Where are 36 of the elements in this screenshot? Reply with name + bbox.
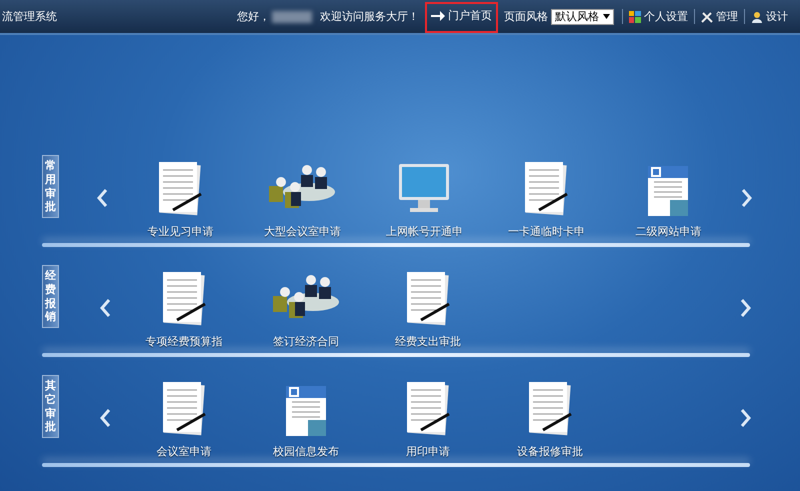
- welcome-text: 欢迎访问服务大厅！: [320, 9, 419, 24]
- app-shortcut[interactable]: 校园信息发布: [245, 384, 367, 458]
- app-shortcut[interactable]: 用印申请: [367, 380, 489, 458]
- style-label: 页面风格: [504, 9, 548, 24]
- menu-link[interactable]: 管理: [694, 9, 744, 24]
- app-shortcut[interactable]: 会议室申请: [123, 380, 245, 458]
- category-tag: 常用审批: [42, 155, 59, 218]
- shortcut-label: 签订经济合同: [273, 334, 339, 348]
- shortcut-label: 专项经费预算指: [146, 334, 222, 348]
- shortcut-label: 一卡通临时卡申: [508, 224, 585, 238]
- shortcut-label: 二级网站申请: [635, 224, 702, 238]
- app-shortcut[interactable]: 设备报修审批: [489, 380, 611, 458]
- portal-home-link[interactable]: 门户首页: [425, 2, 498, 33]
- shortcut-label: 用印申请: [406, 444, 450, 458]
- shortcut-label: 经费支出审批: [395, 334, 461, 348]
- category-tag: 其它审批: [42, 375, 59, 438]
- style-select[interactable]: 默认风格: [551, 8, 614, 24]
- shortcut-label: 会议室申请: [156, 444, 212, 458]
- app-shortcut[interactable]: 上网帐号开通申: [363, 160, 486, 238]
- shortcut-label: 上网帐号开通申: [386, 224, 463, 238]
- app-shortcut[interactable]: 专业见习申请: [119, 160, 242, 238]
- app-shortcut[interactable]: 专项经费预算指: [123, 270, 245, 348]
- app-shortcut[interactable]: 大型会议室申请: [241, 160, 364, 238]
- shortcut-label: 大型会议室申请: [264, 224, 341, 238]
- system-title: 流管理系统: [1, 9, 58, 24]
- menu-link[interactable]: 个人设置: [622, 9, 694, 24]
- app-shortcut[interactable]: 二级网站申请: [607, 164, 730, 238]
- category-tag: 经费报销: [42, 265, 59, 328]
- app-shortcut[interactable]: 签订经济合同: [245, 270, 367, 348]
- shortcut-label: 设备报修审批: [517, 444, 583, 458]
- app-shortcut[interactable]: 经费支出审批: [367, 270, 489, 348]
- app-shortcut[interactable]: 一卡通临时卡申: [485, 160, 608, 238]
- shortcut-label: 校园信息发布: [273, 444, 339, 458]
- shortcut-label: 专业见习申请: [147, 224, 214, 238]
- menu-link[interactable]: 设计: [744, 9, 794, 24]
- greeting-text: 您好，: [237, 9, 270, 24]
